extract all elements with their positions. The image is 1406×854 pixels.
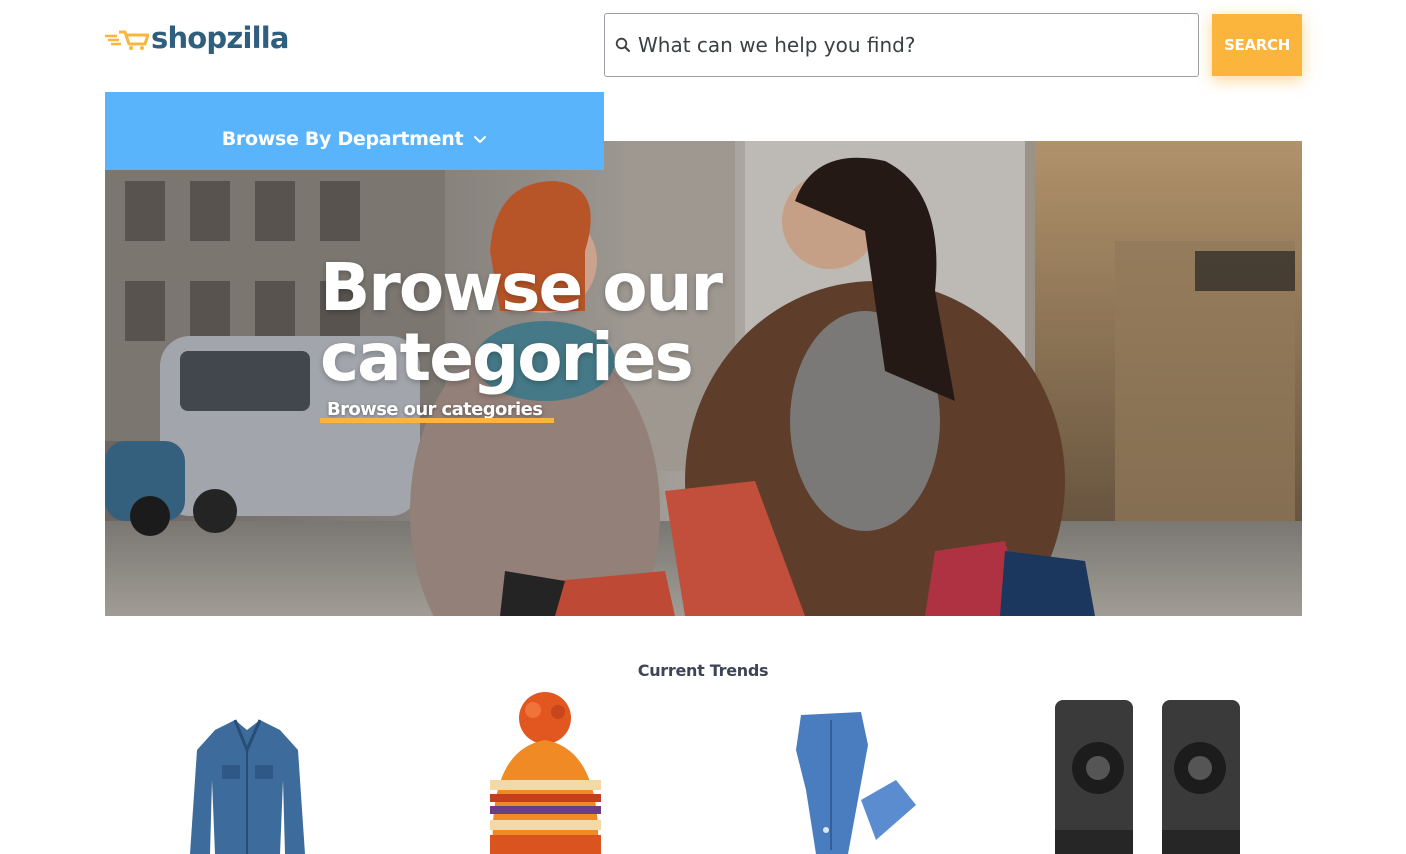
browse-by-department-button[interactable]: Browse By Department bbox=[105, 92, 604, 170]
cart-logo-icon bbox=[105, 30, 149, 50]
search-input[interactable] bbox=[638, 33, 1158, 57]
search-button[interactable]: SEARCH bbox=[1212, 14, 1302, 76]
logo-wordmark: shopzilla bbox=[151, 21, 289, 55]
search-box[interactable] bbox=[604, 13, 1199, 77]
hero-title-line-1: Browse our bbox=[320, 249, 723, 326]
link-underline bbox=[320, 418, 554, 423]
browse-by-department-label: Browse By Department bbox=[221, 128, 464, 150]
hero-title-line-2: categories bbox=[320, 319, 694, 396]
trend-item-denim-jacket[interactable] bbox=[180, 690, 315, 854]
trend-item-pom-pom-beanie[interactable] bbox=[478, 690, 613, 854]
hero-title: Browse our categories bbox=[320, 249, 723, 396]
shopzilla-logo[interactable]: shopzilla bbox=[105, 18, 289, 58]
trend-item-blue-jeans[interactable] bbox=[776, 690, 921, 854]
trend-item-desktop-speakers[interactable] bbox=[1050, 690, 1245, 854]
search-icon bbox=[615, 37, 630, 52]
current-trends-heading: Current Trends bbox=[637, 661, 769, 680]
chevron-down-icon bbox=[474, 136, 487, 143]
browse-categories-link[interactable]: Browse our categories bbox=[327, 399, 543, 420]
